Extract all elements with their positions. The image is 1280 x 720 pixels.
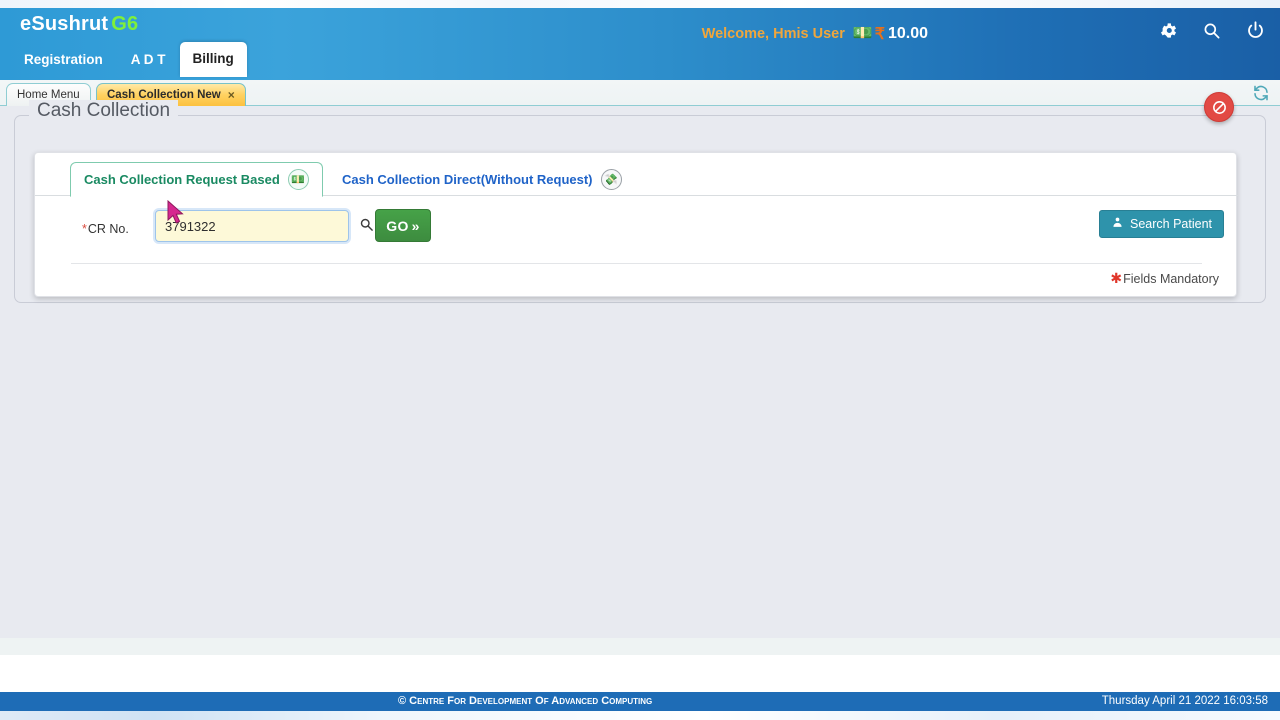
cash-roll-badge-icon: 💸 <box>600 168 622 190</box>
go-button-label: GO <box>386 217 409 234</box>
page-footer: © Centre For Development Of Advanced Com… <box>0 692 1280 711</box>
chevron-right-icon: » <box>411 217 420 234</box>
subtab-request-based[interactable]: Cash Collection Request Based 💵 <box>70 162 323 197</box>
cash-collection-subtabs: Cash Collection Request Based 💵 Cash Col… <box>35 162 1238 197</box>
magnifier-icon[interactable] <box>359 217 374 237</box>
brand-name: eSushrut <box>20 13 109 35</box>
close-icon[interactable]: × <box>228 88 235 102</box>
application-window: eSushrut G6 Registration A D T Billing We… <box>0 0 1280 720</box>
menu-item-registration[interactable]: Registration <box>10 44 117 75</box>
desktop-bottom-strip <box>0 711 1280 720</box>
required-marker: * <box>82 222 87 236</box>
asterisk-icon: ✱ <box>1110 270 1123 286</box>
mandatory-note-text: Fields Mandatory <box>1123 272 1219 286</box>
desktop-top-strip <box>0 0 1280 8</box>
search-patient-label: Search Patient <box>1130 217 1212 231</box>
page-title: Cash Collection <box>29 100 179 122</box>
copyright-text: © Centre For Development Of Advanced Com… <box>398 695 653 707</box>
cash-collection-card: Cash Collection Request Based 💵 Cash Col… <box>34 152 1238 297</box>
window-tab-bar: Home Menu Cash Collection New × <box>0 80 1280 106</box>
cr-no-form-row: *CR No. GO » Search Patient <box>35 205 1238 259</box>
power-icon[interactable] <box>1245 20 1266 41</box>
money-roll-icon: 💵 <box>852 25 873 42</box>
gear-icon[interactable] <box>1159 21 1178 40</box>
refresh-icon[interactable] <box>1252 84 1270 107</box>
cr-no-label: *CR No. <box>82 222 129 236</box>
cr-no-label-text: CR No. <box>87 222 129 236</box>
mandatory-note: ✱Fields Mandatory <box>1110 270 1219 287</box>
balance-amount: 10.00 <box>887 25 928 42</box>
subtab-direct-label: Cash Collection Direct(Without Request) <box>342 171 593 187</box>
lower-white-band <box>0 655 1280 692</box>
go-button[interactable]: GO » <box>375 209 431 242</box>
card-divider <box>71 263 1202 264</box>
block-close-icon[interactable] <box>1204 92 1234 122</box>
header-icon-group <box>1159 20 1266 41</box>
rupee-symbol: ₹ <box>874 26 885 43</box>
main-menu: Registration A D T Billing <box>10 42 247 77</box>
subtab-direct-without-request[interactable]: Cash Collection Direct(Without Request) … <box>329 162 635 196</box>
menu-item-billing[interactable]: Billing <box>179 42 247 77</box>
cr-no-input[interactable] <box>155 210 349 242</box>
patient-icon <box>1111 216 1124 232</box>
subtab-request-based-label: Cash Collection Request Based <box>84 172 280 187</box>
app-header: eSushrut G6 Registration A D T Billing We… <box>0 8 1280 80</box>
cash-roll-badge-icon: 💵 <box>287 169 309 190</box>
brand-version: G6 <box>111 13 139 35</box>
menu-item-adt[interactable]: A D T <box>117 44 180 75</box>
search-icon[interactable] <box>1202 21 1221 40</box>
welcome-message: Welcome, Hmis User <box>701 26 845 42</box>
search-patient-button[interactable]: Search Patient <box>1099 210 1224 238</box>
footer-datetime: Thursday April 21 2022 16:03:58 <box>1101 695 1268 707</box>
user-balance-area: Welcome, Hmis User 💵 ₹ 10.00 <box>702 20 928 48</box>
lower-teal-band <box>0 638 1280 655</box>
page-content: Cash Collection Cash Collection Request … <box>0 92 1280 638</box>
app-logo: eSushrut G6 <box>20 13 138 36</box>
cash-collection-panel: Cash Collection Cash Collection Request … <box>14 92 1266 303</box>
